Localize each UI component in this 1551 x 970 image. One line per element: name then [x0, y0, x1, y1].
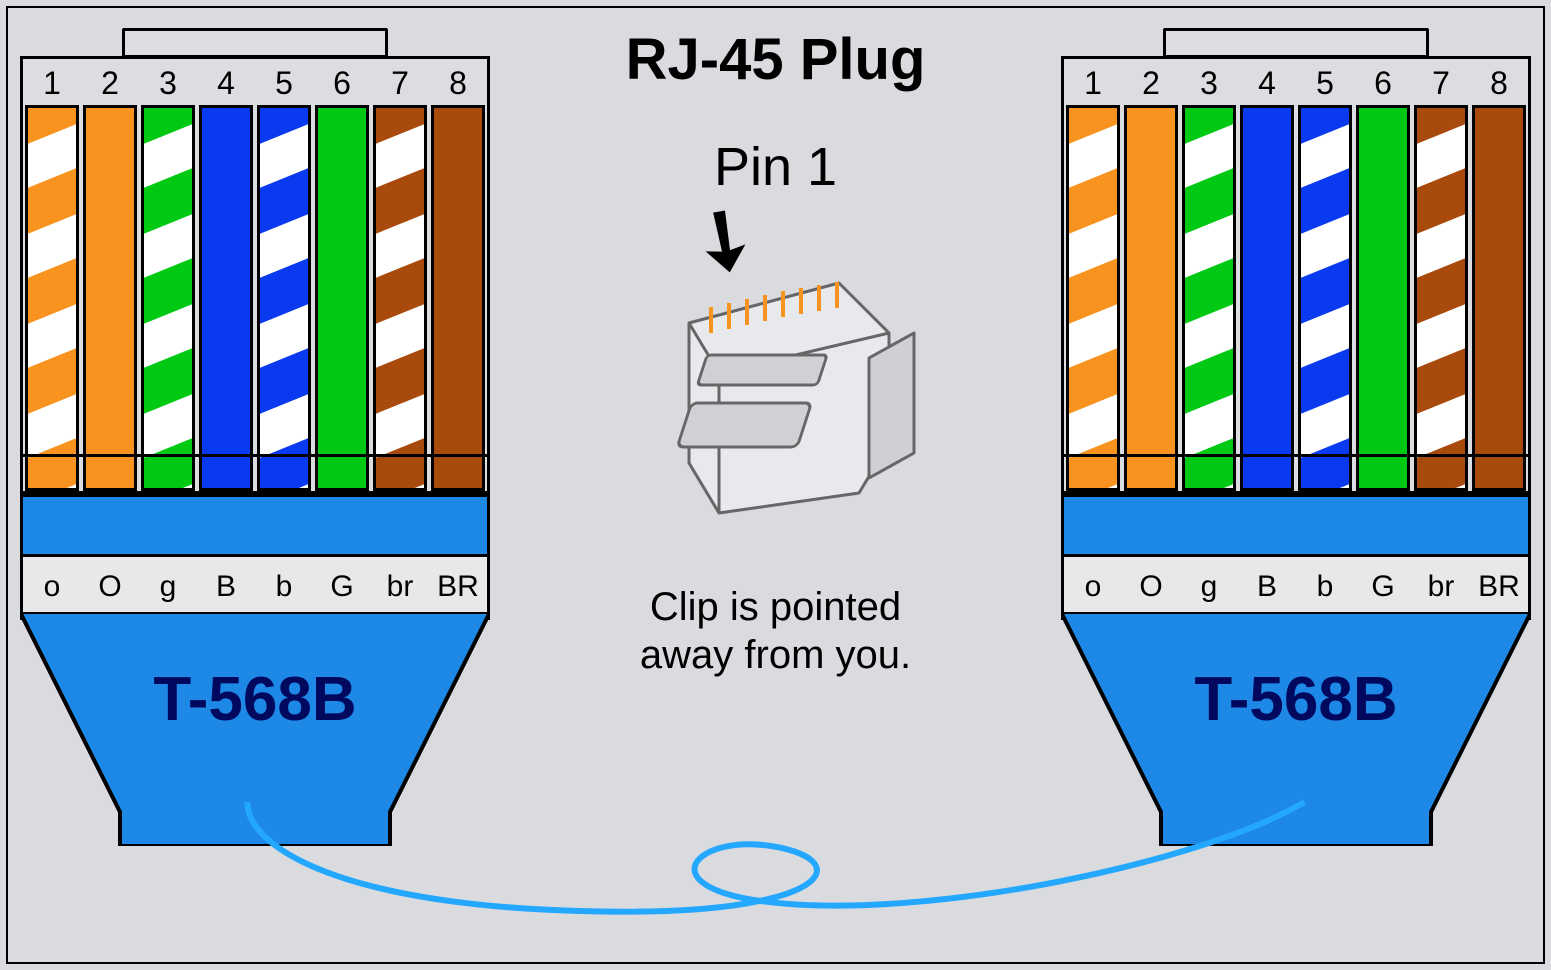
wire-abbr: O: [1122, 557, 1180, 617]
wire-abbreviations: oOgBbGbrBR: [20, 554, 490, 620]
wire-abbr: b: [1296, 557, 1354, 617]
wire-abbr: O: [81, 557, 139, 617]
pin-number: 8: [1470, 65, 1528, 105]
wire-brown: [1472, 105, 1526, 491]
plug-body: 12345678: [1061, 56, 1531, 494]
pin-number: 3: [1180, 65, 1238, 105]
boot-collar: [1061, 494, 1531, 557]
wire-white-blue: [257, 105, 311, 491]
wire-abbreviations: oOgBbGbrBR: [1061, 554, 1531, 620]
pin-number: 7: [1412, 65, 1470, 105]
wire-orange: [83, 105, 137, 491]
wire-blue: [199, 105, 253, 491]
wire-brown: [431, 105, 485, 491]
wires: [1064, 105, 1528, 491]
wire-white-orange: [25, 105, 79, 491]
wire-green: [1356, 105, 1410, 491]
pin-numbers: 12345678: [23, 65, 487, 105]
plug-body: 12345678: [20, 56, 490, 494]
pin-number: 2: [1122, 65, 1180, 105]
wires: [23, 105, 487, 491]
wire-green: [315, 105, 369, 491]
wire-abbr: G: [1354, 557, 1412, 617]
boot-collar: [20, 494, 490, 557]
rj45-plug-illustration: [659, 263, 919, 533]
wire-abbr: BR: [429, 557, 487, 617]
wire-abbr: B: [1238, 557, 1296, 617]
pin-number: 5: [1296, 65, 1354, 105]
wire-abbr: o: [1064, 557, 1122, 617]
wire-white-brown: [373, 105, 427, 491]
wire-abbr: g: [139, 557, 197, 617]
pin-number: 6: [1354, 65, 1412, 105]
wire-abbr: G: [313, 557, 371, 617]
patch-cable: [8, 792, 1543, 962]
wire-blue: [1240, 105, 1294, 491]
pin-number: 1: [1064, 65, 1122, 105]
wire-abbr: BR: [1470, 557, 1528, 617]
plug-tab: [1163, 28, 1429, 58]
body-divider: [23, 454, 487, 457]
wire-white-green: [141, 105, 195, 491]
wire-white-green: [1182, 105, 1236, 491]
wire-abbr: B: [197, 557, 255, 617]
pin-number: 1: [23, 65, 81, 105]
wire-abbr: b: [255, 557, 313, 617]
pin-number: 4: [1238, 65, 1296, 105]
wire-white-brown: [1414, 105, 1468, 491]
pin-number: 6: [313, 65, 371, 105]
clip-note-l1: Clip is pointed: [650, 585, 901, 629]
body-divider: [1064, 454, 1528, 457]
pin-number: 5: [255, 65, 313, 105]
plug-tab: [122, 28, 388, 58]
wire-white-blue: [1298, 105, 1352, 491]
pin-number: 4: [197, 65, 255, 105]
pin-number: 7: [371, 65, 429, 105]
standard-label: T-568B: [1061, 664, 1531, 735]
pin-number: 3: [139, 65, 197, 105]
wire-white-orange: [1066, 105, 1120, 491]
wire-abbr: o: [23, 557, 81, 617]
pin-number: 2: [81, 65, 139, 105]
diagram-frame: RJ-45 Plug Pin 1 ➘ Clip is pointed away …: [6, 6, 1545, 964]
wire-abbr: br: [1412, 557, 1470, 617]
standard-label: T-568B: [20, 664, 490, 735]
pin-number: 8: [429, 65, 487, 105]
wire-abbr: br: [371, 557, 429, 617]
pin-numbers: 12345678: [1064, 65, 1528, 105]
connector-left: 12345678 oOgBbGbrBR T-568B: [20, 16, 490, 846]
clip-note-l2: away from you.: [640, 633, 911, 677]
connector-right: 12345678 oOgBbGbrBR T-568B: [1061, 16, 1531, 846]
wire-orange: [1124, 105, 1178, 491]
wire-abbr: g: [1180, 557, 1238, 617]
